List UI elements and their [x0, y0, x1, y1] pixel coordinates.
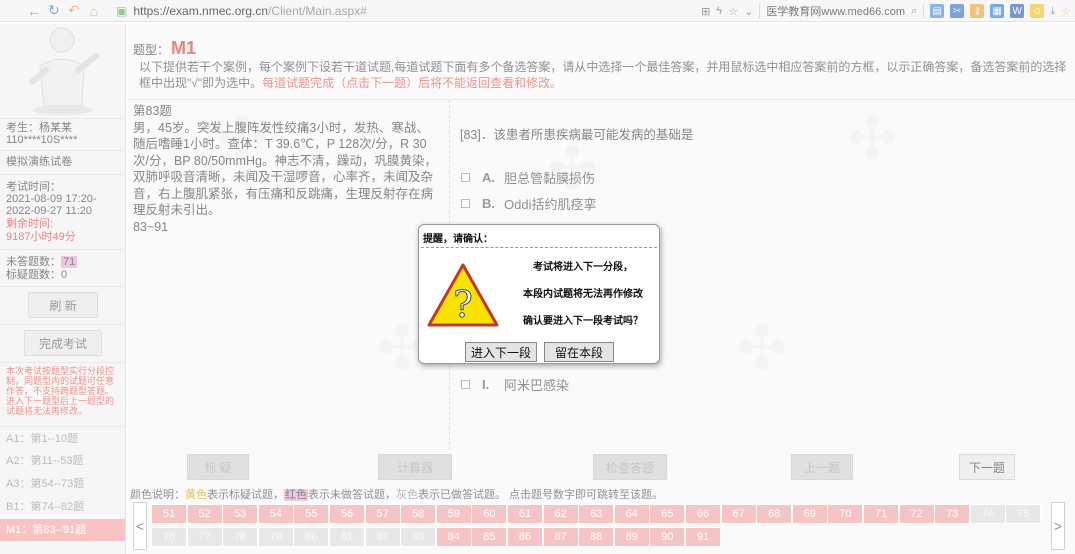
dialog-line-1: 考试将进入下一分段，: [533, 262, 633, 273]
svg-text:?: ?: [453, 285, 472, 326]
stay-in-segment-button[interactable]: 留在本段: [544, 342, 614, 362]
enter-next-segment-button[interactable]: 进入下一段: [465, 342, 537, 362]
dialog-line-2: 本段内试题将无法再作修改: [523, 289, 643, 300]
dialog-line-3: 确认要进入下一段考试吗？: [523, 316, 643, 327]
dialog-title: 提醒，请确认：: [423, 234, 493, 245]
warning-question-icon: ?: [427, 263, 499, 327]
divider: [421, 247, 657, 248]
confirm-dialog: 提醒，请确认： ? 考试将进入下一分段， 本段内试题将无法再作修改 确认要进入下…: [418, 224, 660, 364]
